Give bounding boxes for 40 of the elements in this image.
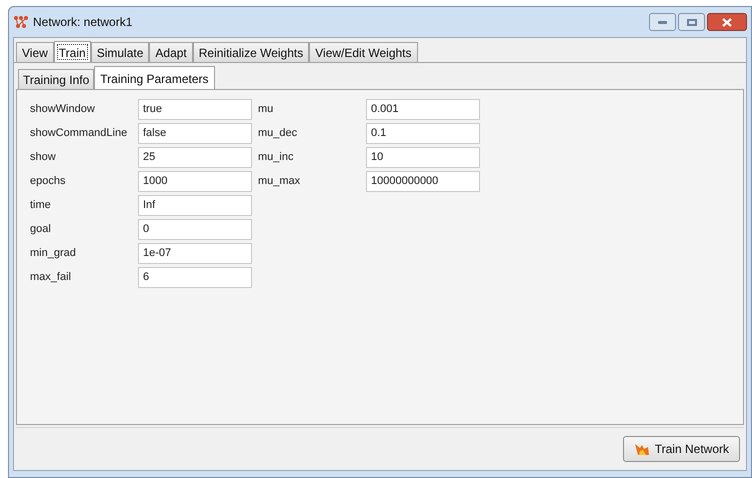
- parameter-label: epochs: [29, 174, 66, 189]
- parameter-field[interactable]: 1e-07: [138, 242, 252, 264]
- tab[interactable]: Training Info: [18, 69, 94, 89]
- parameter-field[interactable]: 0.1: [366, 122, 480, 144]
- close-button[interactable]: [707, 13, 747, 31]
- parameter-label: mu_dec: [257, 126, 298, 141]
- tab[interactable]: Reinitialize Weights: [192, 42, 310, 62]
- parameter-label: time: [29, 198, 52, 213]
- parameter-label: mu_max: [257, 174, 302, 189]
- tab[interactable]: Adapt: [149, 42, 193, 62]
- parameter-field[interactable]: 6: [138, 266, 252, 288]
- parameter-label: showCommandLine: [29, 126, 128, 141]
- close-icon: [722, 18, 732, 26]
- parameter-field[interactable]: true: [138, 98, 252, 120]
- train-network-button[interactable]: Train Network: [622, 436, 740, 462]
- tab[interactable]: Train: [54, 41, 91, 63]
- parameter-field[interactable]: 0.001: [366, 98, 480, 120]
- parameter-field[interactable]: 10000000000: [366, 170, 480, 192]
- parameter-label: mu: [257, 102, 274, 117]
- maximize-button[interactable]: [678, 13, 705, 31]
- parameter-field[interactable]: Inf: [138, 194, 252, 216]
- parameter-field[interactable]: 10: [366, 146, 480, 168]
- parameter-field[interactable]: 1000: [138, 170, 252, 192]
- tab[interactable]: Training Parameters: [94, 66, 215, 90]
- tab[interactable]: Simulate: [90, 42, 150, 62]
- parameter-label: goal: [29, 222, 52, 237]
- tab[interactable]: View/Edit Weights: [309, 42, 418, 62]
- parameter-field[interactable]: false: [138, 122, 252, 144]
- network-icon: [13, 15, 29, 29]
- parameter-label: mu_inc: [257, 150, 294, 165]
- tab[interactable]: View: [16, 42, 54, 62]
- parameter-label: show: [29, 150, 57, 165]
- parameter-field[interactable]: 25: [138, 146, 252, 168]
- flame-icon: [634, 442, 650, 456]
- parameter-label: max_fail: [29, 270, 72, 285]
- window-title: Network: network1: [33, 14, 132, 31]
- parameter-label: showWindow: [29, 102, 96, 117]
- parameter-label: min_grad: [29, 246, 77, 261]
- parameter-field[interactable]: 0: [138, 218, 252, 240]
- minimize-button[interactable]: [649, 13, 676, 31]
